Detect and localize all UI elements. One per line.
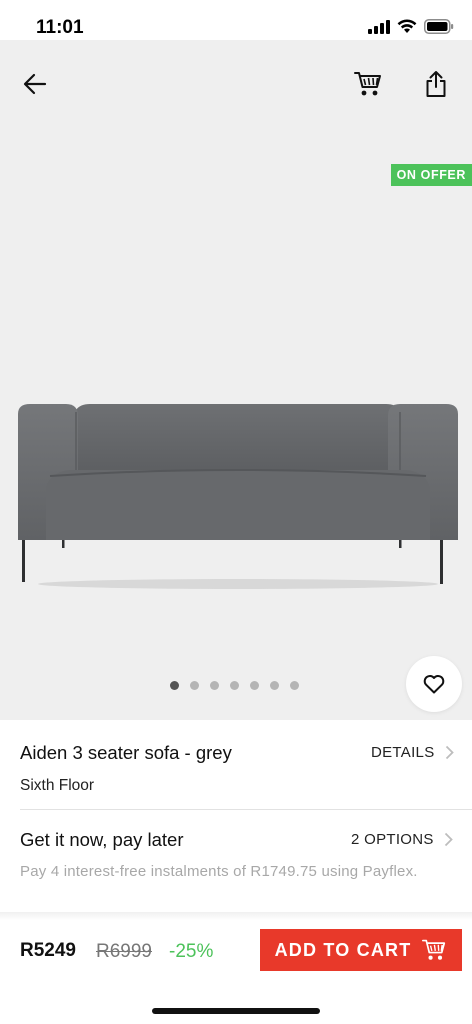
carousel-dot[interactable]: [250, 681, 259, 690]
carousel-dot[interactable]: [290, 681, 299, 690]
status-icons: [368, 19, 454, 34]
original-price: R6999: [96, 941, 152, 962]
share-icon: [426, 71, 446, 97]
status-bar: 11:01: [0, 0, 472, 40]
battery-icon: [424, 19, 454, 34]
bottom-bar-shadow: [0, 912, 472, 920]
details-link[interactable]: DETAILS: [371, 744, 454, 761]
status-time: 11:01: [36, 17, 84, 38]
carousel-dot[interactable]: [170, 681, 179, 690]
purchase-bar: R5249 R6999 -25% ADD TO CART: [0, 920, 472, 990]
pay-later-options-label: 2 OPTIONS: [351, 831, 434, 848]
home-indicator[interactable]: [152, 1008, 320, 1014]
add-to-cart-button[interactable]: ADD TO CART: [260, 929, 462, 971]
pay-later-title: Get it now, pay later: [20, 829, 184, 850]
share-button[interactable]: [414, 62, 458, 106]
back-arrow-icon: [23, 73, 47, 95]
chevron-right-icon: [444, 832, 453, 847]
details-label: DETAILS: [371, 744, 435, 761]
carousel-dot[interactable]: [270, 681, 279, 690]
heart-icon: [423, 675, 445, 694]
product-brand[interactable]: Sixth Floor: [20, 777, 94, 795]
current-price: R5249: [20, 940, 76, 961]
back-button[interactable]: [13, 62, 57, 106]
cart-icon: [422, 939, 446, 960]
carousel-pagination: [0, 681, 472, 690]
add-to-cart-label: ADD TO CART: [274, 939, 412, 960]
product-image-sofa: [18, 404, 458, 589]
product-image-carousel[interactable]: ON OFFER: [0, 40, 472, 720]
carousel-dot[interactable]: [190, 681, 199, 690]
pay-later-options-link[interactable]: 2 OPTIONS: [351, 831, 453, 848]
on-offer-badge: ON OFFER: [390, 164, 472, 186]
discount-percent: -25%: [169, 941, 214, 962]
signal-icon: [368, 19, 390, 34]
divider: [20, 809, 472, 810]
pay-later-description: Pay 4 interest-free instalments of R1749…: [20, 863, 418, 880]
cart-icon: [354, 72, 381, 96]
wifi-icon: [397, 19, 417, 33]
carousel-dot[interactable]: [230, 681, 239, 690]
wishlist-button[interactable]: [406, 656, 462, 712]
product-title: Aiden 3 seater sofa - grey: [20, 742, 232, 763]
carousel-dot[interactable]: [210, 681, 219, 690]
cart-button[interactable]: [346, 62, 390, 106]
chevron-right-icon: [445, 745, 454, 760]
